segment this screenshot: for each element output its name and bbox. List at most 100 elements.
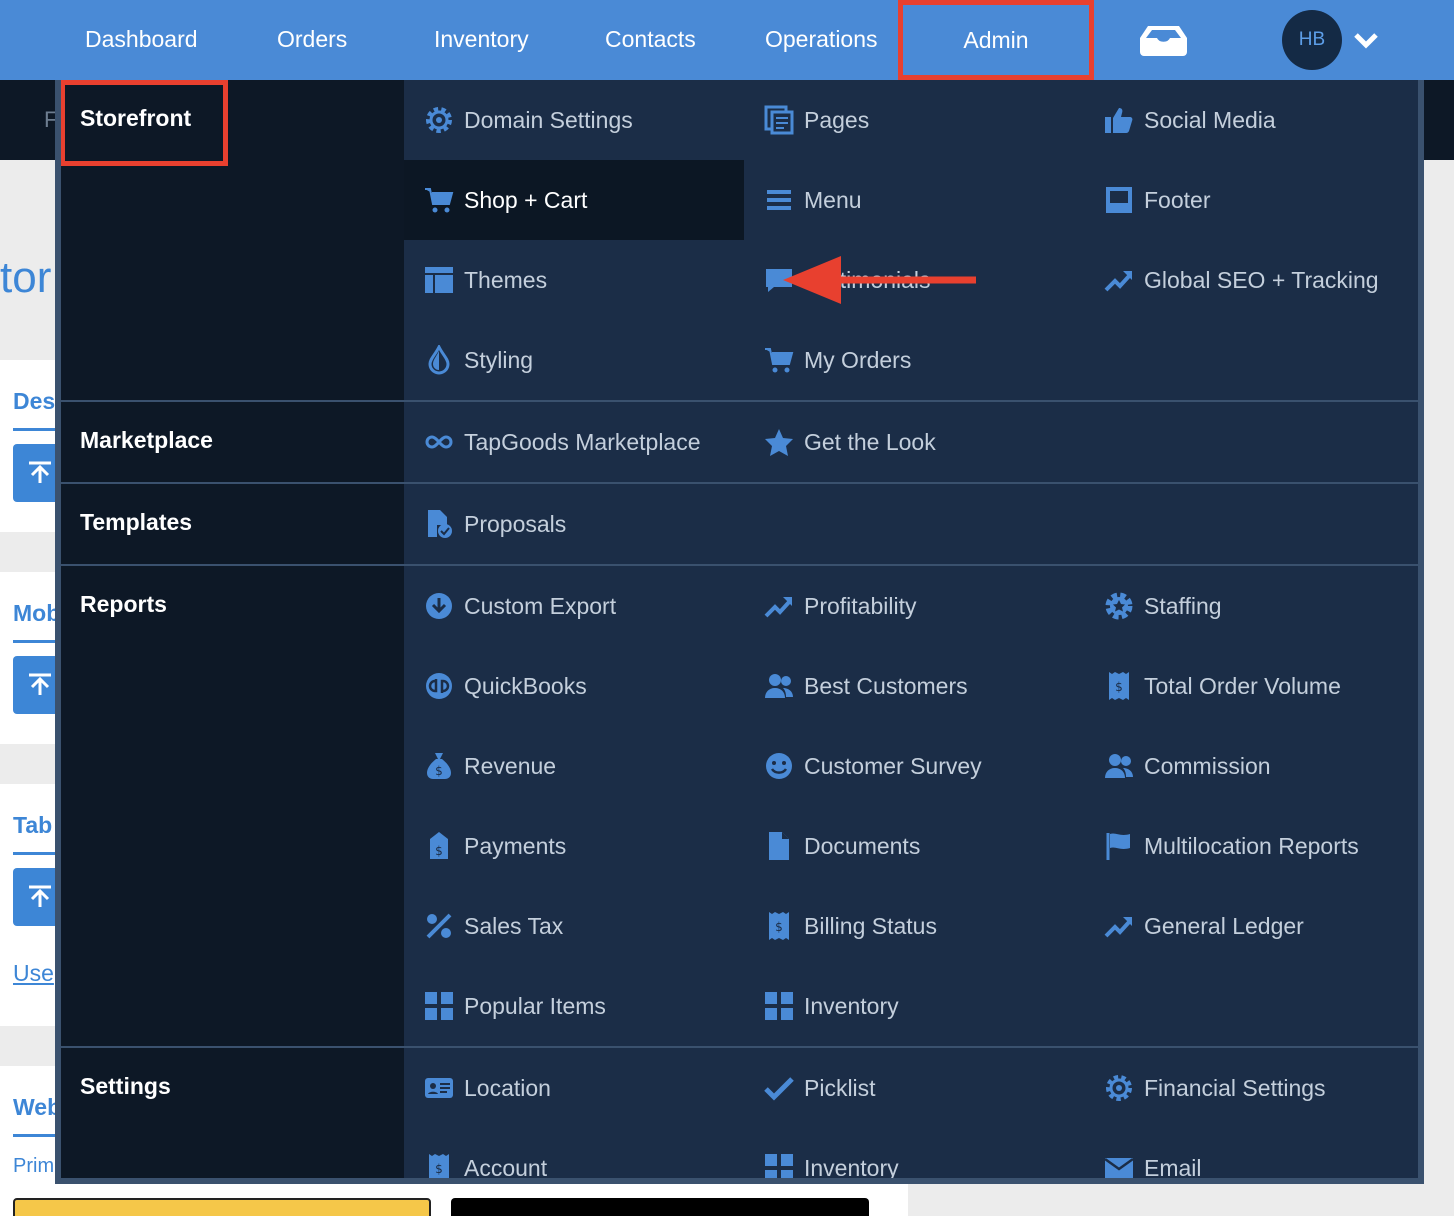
footer-icon xyxy=(1104,185,1134,215)
menu-item-documents[interactable]: Documents xyxy=(764,806,920,886)
menu-item-themes[interactable]: Themes xyxy=(424,240,547,320)
primary-label: Prim xyxy=(13,1155,55,1177)
grid-icon xyxy=(424,991,454,1021)
star-icon xyxy=(764,427,794,457)
menu-item-label: TapGoods Marketplace xyxy=(464,428,701,455)
cart-icon xyxy=(424,185,454,215)
svg-text:$: $ xyxy=(775,920,783,934)
menu-item-my-orders[interactable]: My Orders xyxy=(764,320,911,400)
menu-item-social-media[interactable]: Social Media xyxy=(1104,80,1276,160)
menu-item-payments[interactable]: $ Payments xyxy=(424,806,566,886)
admin-dropdown-menu: Storefront Marketplace Templates Reports… xyxy=(55,80,1424,1184)
menu-item-tapgoods-marketplace[interactable]: TapGoods Marketplace xyxy=(424,402,701,482)
menu-item-email[interactable]: Email xyxy=(1104,1128,1202,1178)
menu-item-billing-status[interactable]: $ Billing Status xyxy=(764,886,937,966)
menu-item-menu[interactable]: Menu xyxy=(764,160,862,240)
menu-item-footer[interactable]: Footer xyxy=(1104,160,1210,240)
menu-item-account[interactable]: $ Account xyxy=(424,1128,547,1178)
menu-item-styling[interactable]: Styling xyxy=(424,320,533,400)
nav-inventory[interactable]: Inventory xyxy=(434,0,529,80)
menu-item-revenue[interactable]: $ Revenue xyxy=(424,726,556,806)
category-settings[interactable]: Settings xyxy=(80,1073,171,1100)
nav-operations[interactable]: Operations xyxy=(765,0,878,80)
grid-icon xyxy=(764,1153,794,1178)
nav-contacts[interactable]: Contacts xyxy=(605,0,696,80)
menu-item-general-ledger[interactable]: General Ledger xyxy=(1104,886,1304,966)
menu-item-label: Total Order Volume xyxy=(1144,672,1341,699)
menu-item-label: Documents xyxy=(804,832,921,859)
menu-item-label: Footer xyxy=(1144,186,1211,213)
upload-button[interactable] xyxy=(13,444,61,502)
trend-icon xyxy=(1104,911,1134,941)
menu-item-inventory-report[interactable]: Inventory xyxy=(764,966,899,1046)
menu-item-label: Proposals xyxy=(464,510,567,537)
menu-item-staffing[interactable]: Staffing xyxy=(1104,566,1222,646)
category-storefront[interactable]: Storefront xyxy=(80,105,191,132)
page-title: tor xyxy=(0,253,52,302)
smile-icon xyxy=(764,751,794,781)
inbox-icon[interactable] xyxy=(1140,24,1187,56)
section-underline xyxy=(13,852,61,855)
chevron-down-icon[interactable] xyxy=(1353,29,1379,51)
gear-icon xyxy=(1104,1073,1134,1103)
menu-item-label: Shop + Cart xyxy=(464,186,588,213)
annotation-arrow xyxy=(783,256,976,304)
drop-icon xyxy=(424,345,454,375)
menu-item-label: Themes xyxy=(464,266,548,293)
trend-icon xyxy=(764,591,794,621)
menu-item-custom-export[interactable]: Custom Export xyxy=(424,566,616,646)
menu-item-quickbooks[interactable]: QuickBooks xyxy=(424,646,587,726)
envelope-icon xyxy=(1104,1153,1134,1178)
menu-item-global-seo[interactable]: Global SEO + Tracking xyxy=(1104,240,1379,320)
background-link[interactable]: Use xyxy=(13,960,54,987)
menu-item-total-order-volume[interactable]: $ Total Order Volume xyxy=(1104,646,1341,726)
menu-item-label: Best Customers xyxy=(804,672,968,699)
color-swatch-yellow[interactable] xyxy=(13,1198,431,1216)
receipt-icon: $ xyxy=(764,911,794,941)
menu-item-label: Inventory xyxy=(804,1154,899,1181)
category-reports[interactable]: Reports xyxy=(80,591,167,618)
menu-item-label: Pages xyxy=(804,106,870,133)
menu-divider xyxy=(61,482,1418,484)
avatar[interactable]: HB xyxy=(1282,10,1342,70)
nav-orders[interactable]: Orders xyxy=(277,0,347,80)
menu-item-inventory-settings[interactable]: Inventory xyxy=(764,1128,899,1181)
menu-item-label: Payments xyxy=(464,832,567,859)
thumbs-up-icon xyxy=(1104,105,1134,135)
category-marketplace[interactable]: Marketplace xyxy=(80,427,213,454)
section-underline xyxy=(13,428,61,431)
menu-item-label: Commission xyxy=(1144,752,1271,779)
menu-item-commission[interactable]: Commission xyxy=(1104,726,1271,806)
menu-item-picklist[interactable]: Picklist xyxy=(764,1048,876,1128)
svg-text:$: $ xyxy=(435,764,443,778)
menu-item-get-the-look[interactable]: Get the Look xyxy=(764,402,936,482)
menu-item-location[interactable]: Location xyxy=(424,1048,551,1128)
menu-item-sales-tax[interactable]: Sales Tax xyxy=(424,886,563,966)
color-swatch-black[interactable] xyxy=(451,1198,869,1216)
menu-item-customer-survey[interactable]: Customer Survey xyxy=(764,726,982,806)
menu-item-label: Location xyxy=(464,1074,551,1101)
nav-admin[interactable]: Admin xyxy=(898,0,1094,80)
menu-item-profitability[interactable]: Profitability xyxy=(764,566,916,646)
upload-button[interactable] xyxy=(13,868,61,926)
menu-item-pages[interactable]: Pages xyxy=(764,80,869,160)
menu-item-best-customers[interactable]: Best Customers xyxy=(764,646,968,726)
layout-icon xyxy=(424,265,454,295)
section-label: Mob xyxy=(13,600,61,626)
menu-item-multilocation-reports[interactable]: Multilocation Reports xyxy=(1104,806,1359,886)
upload-button[interactable] xyxy=(13,656,61,714)
menu-item-financial-settings[interactable]: Financial Settings xyxy=(1104,1048,1326,1128)
menu-item-domain-settings[interactable]: Domain Settings xyxy=(424,80,633,160)
badge-icon xyxy=(1104,591,1134,621)
category-templates[interactable]: Templates xyxy=(80,509,192,536)
svg-text:$: $ xyxy=(435,1162,443,1176)
menu-item-label: Inventory xyxy=(804,992,899,1019)
menu-item-label: Global SEO + Tracking xyxy=(1144,266,1379,293)
nav-dashboard[interactable]: Dashboard xyxy=(85,0,198,80)
menu-item-popular-items[interactable]: Popular Items xyxy=(424,966,606,1046)
menu-item-label: Financial Settings xyxy=(1144,1074,1326,1101)
menu-item-label: Revenue xyxy=(464,752,557,779)
menu-item-shop-cart[interactable]: Shop + Cart xyxy=(404,160,744,240)
menu-item-proposals[interactable]: Proposals xyxy=(424,484,566,564)
section-label: Web xyxy=(13,1094,62,1120)
